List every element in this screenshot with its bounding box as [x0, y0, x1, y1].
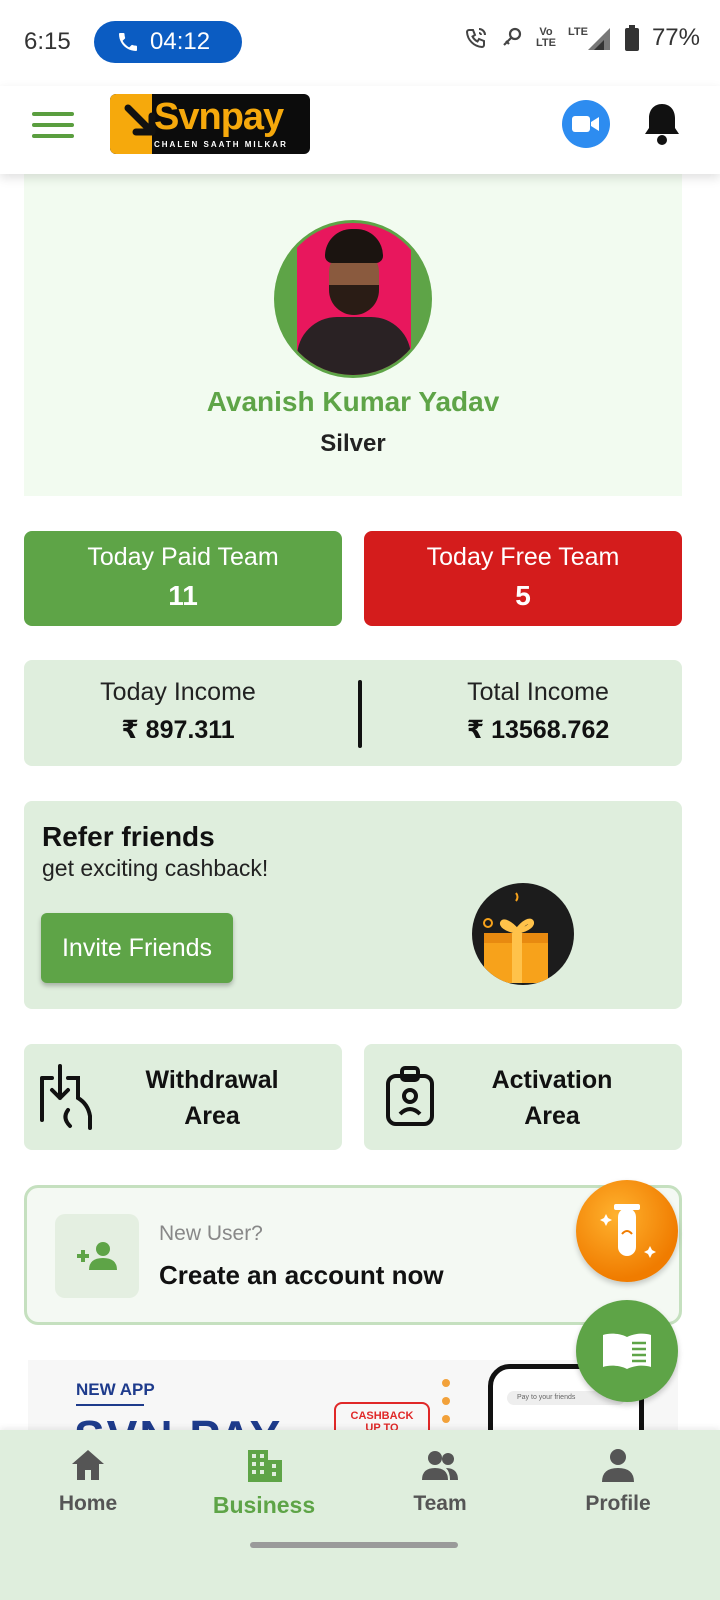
nav-business[interactable]: Business — [194, 1446, 334, 1519]
free-team-label: Today Free Team — [426, 543, 620, 571]
video-call-button[interactable] — [562, 100, 610, 148]
today-income-value: ₹ 897.311 — [121, 716, 235, 744]
logo-tagline: CHALEN SAATH MILKAR — [154, 140, 288, 149]
total-income-value: ₹ 13568.762 — [466, 716, 610, 744]
add-user-icon — [55, 1214, 139, 1298]
guide-book-fab[interactable] — [576, 1300, 678, 1402]
nav-home-label: Home — [58, 1492, 118, 1515]
wifi-calling-icon — [465, 28, 486, 49]
total-income-label: Total Income — [467, 678, 609, 706]
avatar[interactable] — [274, 220, 432, 378]
invite-friends-button[interactable]: Invite Friends — [41, 913, 233, 983]
phone-icon — [119, 33, 137, 51]
refer-title: Refer friends — [42, 821, 215, 852]
video-camera-icon — [572, 116, 599, 132]
logo-text: Svnpay — [154, 96, 284, 138]
gift-icon — [472, 883, 574, 985]
svnpay-logo: Svnpay CHALEN SAATH MILKAR — [110, 94, 310, 154]
income-divider — [358, 680, 362, 748]
nav-team-label: Team — [413, 1492, 467, 1515]
id-badge-icon — [378, 1064, 436, 1130]
test-tube-fab[interactable] — [576, 1180, 678, 1282]
book-icon — [603, 1333, 651, 1369]
paid-team-label: Today Paid Team — [87, 543, 279, 571]
test-tube-icon — [600, 1204, 656, 1258]
home-icon — [72, 1450, 104, 1480]
home-indicator[interactable] — [250, 1542, 458, 1548]
today-income-label: Today Income — [100, 678, 256, 706]
user-name: Avanish Kumar Yadav — [206, 386, 500, 417]
activation-area-card[interactable]: Activation Area — [364, 1044, 682, 1150]
battery-icon — [624, 25, 639, 51]
ongoing-call-pill[interactable]: 04:12 — [94, 21, 242, 63]
status-bar: 6:15 04:12 Vo LTE LTE 77% — [0, 0, 720, 86]
call-timer: 04:12 — [150, 28, 211, 55]
bottom-navigation: Home Business Team Profile — [0, 1430, 720, 1600]
free-team-value: 5 — [515, 580, 531, 611]
battery-percent: 77% — [651, 24, 700, 51]
paid-team-value: 11 — [168, 580, 198, 611]
nav-home[interactable]: Home — [18, 1446, 158, 1516]
app-screen: 6:15 04:12 Vo LTE LTE 77% Svnpay CHALEN S… — [0, 0, 720, 1600]
nav-profile-label: Profile — [585, 1492, 651, 1515]
user-rank: Silver — [320, 430, 386, 457]
withdrawal-area-label: Withdrawal Area — [145, 1066, 279, 1130]
menu-icon[interactable] — [32, 108, 74, 142]
today-paid-team-card[interactable]: Today Paid Team 11 — [24, 531, 342, 626]
activation-area-label: Activation Area — [491, 1066, 613, 1130]
banner-new-app: NEW APP — [76, 1380, 155, 1399]
notification-bell-icon[interactable] — [640, 100, 684, 148]
nav-profile[interactable]: Profile — [548, 1446, 688, 1516]
nav-business-label: Business — [212, 1492, 316, 1518]
new-user-question: New User? — [159, 1222, 263, 1245]
create-account-link[interactable]: Create an account now — [159, 1260, 444, 1291]
link-icon — [503, 27, 522, 46]
team-icon — [422, 1451, 458, 1480]
svg-text:LTE: LTE — [568, 26, 588, 38]
nav-team[interactable]: Team — [370, 1446, 510, 1516]
refer-subtitle: get exciting cashback! — [42, 855, 269, 881]
profile-card: Avanish Kumar Yadav Silver — [24, 174, 682, 496]
profile-icon — [602, 1449, 634, 1482]
today-income: Today Income ₹ 897.311 — [28, 678, 328, 745]
business-icon — [248, 1450, 282, 1482]
status-time: 6:15 — [24, 28, 71, 55]
app-header: Svnpay CHALEN SAATH MILKAR — [0, 86, 720, 174]
volte-indicator: Vo LTE — [535, 26, 556, 49]
signal-icon: LTE — [568, 26, 610, 50]
withdrawal-hand-icon — [38, 1064, 96, 1130]
withdrawal-area-card[interactable]: Withdrawal Area — [24, 1044, 342, 1150]
total-income: Total Income ₹ 13568.762 — [388, 678, 688, 745]
income-card: Today Income ₹ 897.311 Total Income ₹ 13… — [24, 660, 682, 766]
banner-dots — [440, 1376, 462, 1440]
today-free-team-card[interactable]: Today Free Team 5 — [364, 531, 682, 626]
refer-friends-card: Refer friends get exciting cashback! Inv… — [24, 801, 682, 1009]
status-icons: Vo LTE LTE 77% — [464, 24, 700, 52]
